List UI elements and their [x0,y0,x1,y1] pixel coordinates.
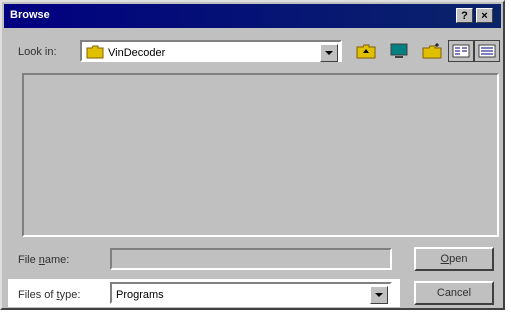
look-in-dropdown-button[interactable] [320,44,338,62]
folder-icon [86,45,104,59]
new-folder-icon [422,43,442,59]
list-view-button[interactable] [448,40,474,62]
files-of-type-label: Files of type: [18,289,81,301]
up-one-level-button[interactable] [353,40,379,62]
file-list[interactable] [22,73,499,237]
cancel-button[interactable]: Cancel [414,281,494,305]
window-title: Browse [10,9,50,21]
look-in-value: VinDecoder [108,47,166,59]
open-button[interactable]: Open [414,247,494,271]
look-in-label: Look in: [18,46,57,58]
details-view-button[interactable] [474,40,500,62]
up-folder-icon [356,44,376,59]
files-of-type-combobox[interactable]: Programs [110,282,392,304]
files-of-type-value: Programs [116,289,164,301]
title-bar[interactable]: Browse ? × [4,4,501,28]
details-view-icon [478,44,496,58]
file-name-label: File name: [18,254,70,266]
list-view-icon [452,44,470,58]
create-new-folder-button[interactable] [419,40,445,62]
look-in-combobox[interactable]: VinDecoder [80,40,342,62]
desktop-icon [390,43,408,58]
browse-dialog: Browse ? × Look in: VinDecoder File name… [0,0,505,310]
file-name-input[interactable] [110,248,392,270]
desktop-button[interactable] [386,40,412,62]
files-of-type-dropdown-button[interactable] [370,286,388,304]
close-button[interactable]: × [476,8,493,23]
help-button[interactable]: ? [456,8,473,23]
